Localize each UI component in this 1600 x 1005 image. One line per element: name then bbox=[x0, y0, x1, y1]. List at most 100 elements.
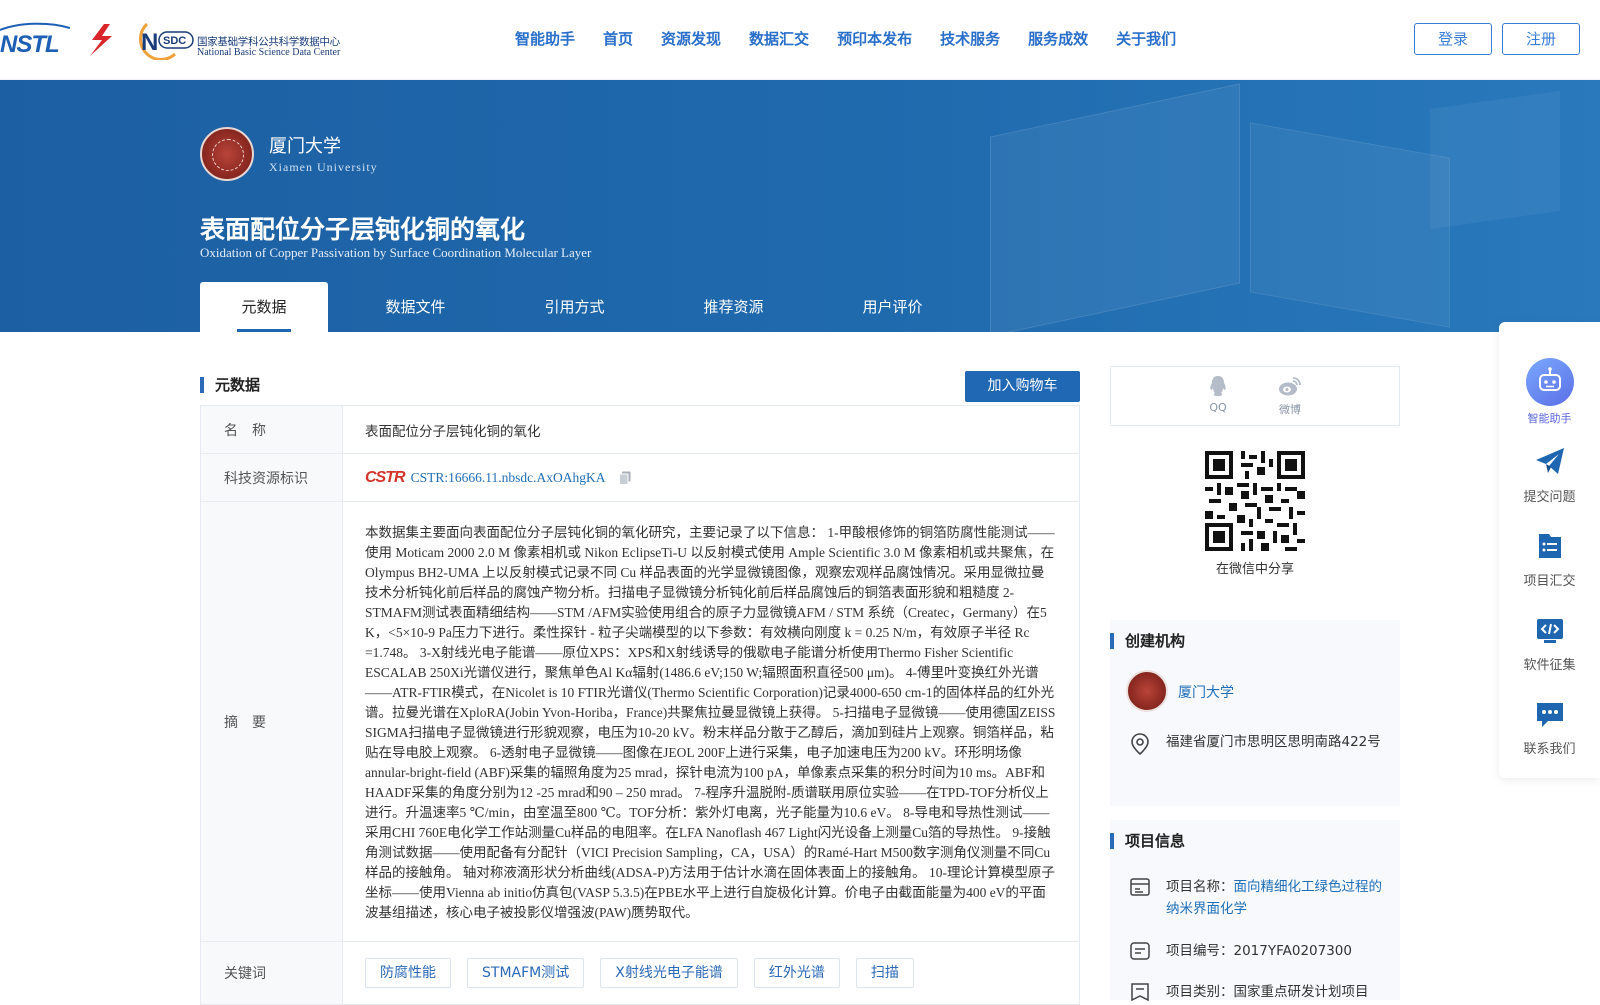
nsdc-logo[interactable]: N SDC 国家基础学科公共科学数据中心 National Basic Scie… bbox=[135, 20, 355, 62]
floating-sidebar: 智能助手 提交问题 项目汇交 软件征集 联系我们 bbox=[1499, 322, 1600, 778]
table-row: 摘 要 本数据集主要面向表面配位分子层钝化铜的氧化研究，主要记录了以下信息： 1… bbox=[201, 502, 1079, 942]
banner-decoration bbox=[990, 83, 1240, 332]
metadata-section-header: 元数据 加入购物车 bbox=[200, 370, 1080, 404]
share-qq[interactable]: QQ bbox=[1198, 375, 1238, 414]
org-name-cn[interactable]: 厦门大学 bbox=[269, 132, 341, 158]
project-code: 项目编号：2017YFA0207300 bbox=[1166, 943, 1352, 959]
paper-plane-icon bbox=[1535, 448, 1564, 474]
xmu-logo-small bbox=[1126, 670, 1168, 712]
qr-caption: 在微信中分享 bbox=[1215, 562, 1294, 577]
share-box: QQ 微博 bbox=[1110, 366, 1400, 426]
name-label: 名 称 bbox=[201, 406, 343, 453]
sidebar-label: 项目汇交 bbox=[1523, 574, 1576, 589]
project-type-icon bbox=[1131, 983, 1149, 1001]
dataset-banner: 厦门大学 Xiamen University 表面配位分子层钝化铜的氧化 Oxi… bbox=[0, 80, 1600, 332]
sidebar-label: 提交问题 bbox=[1523, 490, 1576, 505]
cstr-link[interactable]: CSTR:16666.11.nbsdc.AxOAhgKA bbox=[411, 470, 606, 486]
sidebar-label: 联系我们 bbox=[1523, 742, 1576, 757]
sidebar-item-contact[interactable]: 联系我们 bbox=[1499, 698, 1600, 757]
sidebar-item-software[interactable]: 软件征集 bbox=[1499, 614, 1600, 673]
top-header: NSTL N SDC 国家基础学科公共科学数据中心 National Basic… bbox=[0, 0, 1600, 80]
login-button[interactable]: 登录 bbox=[1414, 23, 1492, 55]
identifier-value: CSTR CSTR:16666.11.nbsdc.AxOAhgKA bbox=[343, 454, 1079, 501]
copy-icon[interactable] bbox=[619, 471, 631, 485]
abstract-text: 本数据集主要面向表面配位分子层钝化铜的氧化研究，主要记录了以下信息： 1-甲酸根… bbox=[365, 524, 1056, 920]
keyword-tag[interactable]: 扫描 bbox=[855, 958, 914, 988]
wechat-qr-code bbox=[1205, 451, 1305, 551]
nav-tech-service[interactable]: 技术服务 bbox=[940, 28, 1000, 49]
nav-assistant[interactable]: 智能助手 bbox=[515, 28, 575, 49]
section-accent-bar bbox=[1110, 833, 1114, 849]
banner-decoration bbox=[1430, 90, 1560, 230]
table-row: 科技资源标识 CSTR CSTR:16666.11.nbsdc.AxOAhgKA bbox=[201, 454, 1079, 502]
add-to-cart-button[interactable]: 加入购物车 bbox=[965, 371, 1080, 402]
sidebar-label: 智能助手 bbox=[1527, 412, 1572, 425]
nav-service-result[interactable]: 服务成效 bbox=[1028, 28, 1088, 49]
weibo-icon bbox=[1279, 377, 1301, 396]
keywords-label: 关键词 bbox=[201, 942, 343, 1004]
keyword-tag[interactable]: 红外光谱 bbox=[753, 958, 840, 988]
sidebar-label: 软件征集 bbox=[1523, 658, 1576, 673]
nav-about[interactable]: 关于我们 bbox=[1116, 28, 1176, 49]
keyword-tag[interactable]: 防腐性能 bbox=[365, 958, 451, 988]
table-row: 名 称 表面配位分子层钝化铜的氧化 bbox=[201, 406, 1079, 454]
robot-icon bbox=[1525, 358, 1574, 406]
sidebar-item-submit-question[interactable]: 提交问题 bbox=[1499, 446, 1600, 505]
sidebar-item-project-submit[interactable]: 项目汇交 bbox=[1499, 530, 1600, 589]
xmu-logo[interactable] bbox=[200, 127, 254, 181]
project-code-icon bbox=[1130, 942, 1150, 960]
svg-text:SDC: SDC bbox=[163, 35, 186, 47]
chat-bubble-icon bbox=[1536, 703, 1563, 727]
nsdc-badge-icon: N SDC bbox=[139, 22, 194, 60]
nstl-logo-text: NSTL bbox=[0, 31, 59, 58]
table-row: 关键词 防腐性能 STMAFM测试 X射线光电子能谱 红外光谱 扫描 bbox=[201, 942, 1079, 1004]
creator-org-link[interactable]: 厦门大学 bbox=[1178, 682, 1234, 702]
org-name-en: Xiamen University bbox=[269, 160, 378, 174]
location-pin-icon bbox=[1131, 733, 1149, 755]
qq-label: QQ bbox=[1209, 401, 1227, 414]
dataset-tabs: 元数据 数据文件 引用方式 推荐资源 用户评价 bbox=[200, 282, 964, 332]
dataset-title-cn: 表面配位分子层钝化铜的氧化 bbox=[200, 215, 526, 244]
name-value: 表面配位分子层钝化铜的氧化 bbox=[365, 423, 541, 440]
tab-metadata[interactable]: 元数据 bbox=[200, 282, 328, 332]
nstl-logo[interactable]: NSTL bbox=[0, 22, 71, 65]
tab-data-files[interactable]: 数据文件 bbox=[328, 282, 503, 332]
list-doc-icon bbox=[1538, 534, 1561, 558]
keyword-tag[interactable]: X射线光电子能谱 bbox=[600, 958, 738, 988]
metadata-table: 名 称 表面配位分子层钝化铜的氧化 科技资源标识 CSTR CSTR:16666… bbox=[200, 405, 1080, 1005]
keywords-list: 防腐性能 STMAFM测试 X射线光电子能谱 红外光谱 扫描 bbox=[343, 942, 1079, 1004]
code-icon bbox=[1536, 619, 1563, 643]
project-name-label: 项目名称： bbox=[1166, 879, 1234, 895]
abstract-cell: 本数据集主要面向表面配位分子层钝化铜的氧化研究，主要记录了以下信息： 1-甲酸根… bbox=[343, 502, 1079, 941]
register-button[interactable]: 注册 bbox=[1502, 23, 1580, 55]
project-info-card: 项目信息 项目名称：面向精细化工绿色过程的纳米界面化学 项目编号：2017YFA… bbox=[1110, 820, 1400, 1001]
dataset-title-en: Oxidation of Copper Passivation by Surfa… bbox=[200, 245, 592, 260]
project-name-icon bbox=[1130, 878, 1150, 896]
svg-text:N: N bbox=[141, 29, 158, 56]
section-accent-bar bbox=[200, 377, 204, 393]
creator-org-address: 福建省厦门市思明区思明南路422号 bbox=[1166, 734, 1381, 750]
tab-recommended[interactable]: 推荐资源 bbox=[646, 282, 821, 332]
nav-resources[interactable]: 资源发现 bbox=[661, 28, 721, 49]
banner-decoration bbox=[1250, 122, 1450, 328]
abstract-label: 摘 要 bbox=[201, 502, 343, 941]
tab-citation[interactable]: 引用方式 bbox=[503, 282, 646, 332]
tab-user-reviews[interactable]: 用户评价 bbox=[821, 282, 964, 332]
share-weibo[interactable]: 微博 bbox=[1270, 375, 1310, 417]
identifier-label: 科技资源标识 bbox=[201, 454, 343, 501]
metadata-section-title: 元数据 bbox=[215, 376, 261, 394]
nav-data-submit[interactable]: 数据汇交 bbox=[749, 28, 809, 49]
creator-org-title: 创建机构 bbox=[1125, 632, 1186, 650]
nav-home[interactable]: 首页 bbox=[603, 28, 633, 49]
creator-org-card: 创建机构 厦门大学 福建省厦门市思明区思明南路422号 bbox=[1110, 620, 1400, 806]
section-accent-bar bbox=[1110, 633, 1114, 649]
cstr-logo: CSTR bbox=[365, 468, 406, 486]
nstl-logo-mark: NSTL bbox=[0, 22, 71, 58]
weibo-label: 微博 bbox=[1279, 403, 1301, 416]
keyword-tag[interactable]: STMAFM测试 bbox=[467, 958, 585, 988]
qq-icon bbox=[1210, 376, 1226, 396]
sidebar-item-assistant[interactable]: 智能助手 bbox=[1499, 358, 1600, 426]
nav-preprint[interactable]: 预印本发布 bbox=[837, 28, 912, 49]
brand-red-logo[interactable] bbox=[82, 22, 120, 58]
main-nav: 智能助手 首页 资源发现 数据汇交 预印本发布 技术服务 服务成效 关于我们 bbox=[515, 28, 1204, 49]
